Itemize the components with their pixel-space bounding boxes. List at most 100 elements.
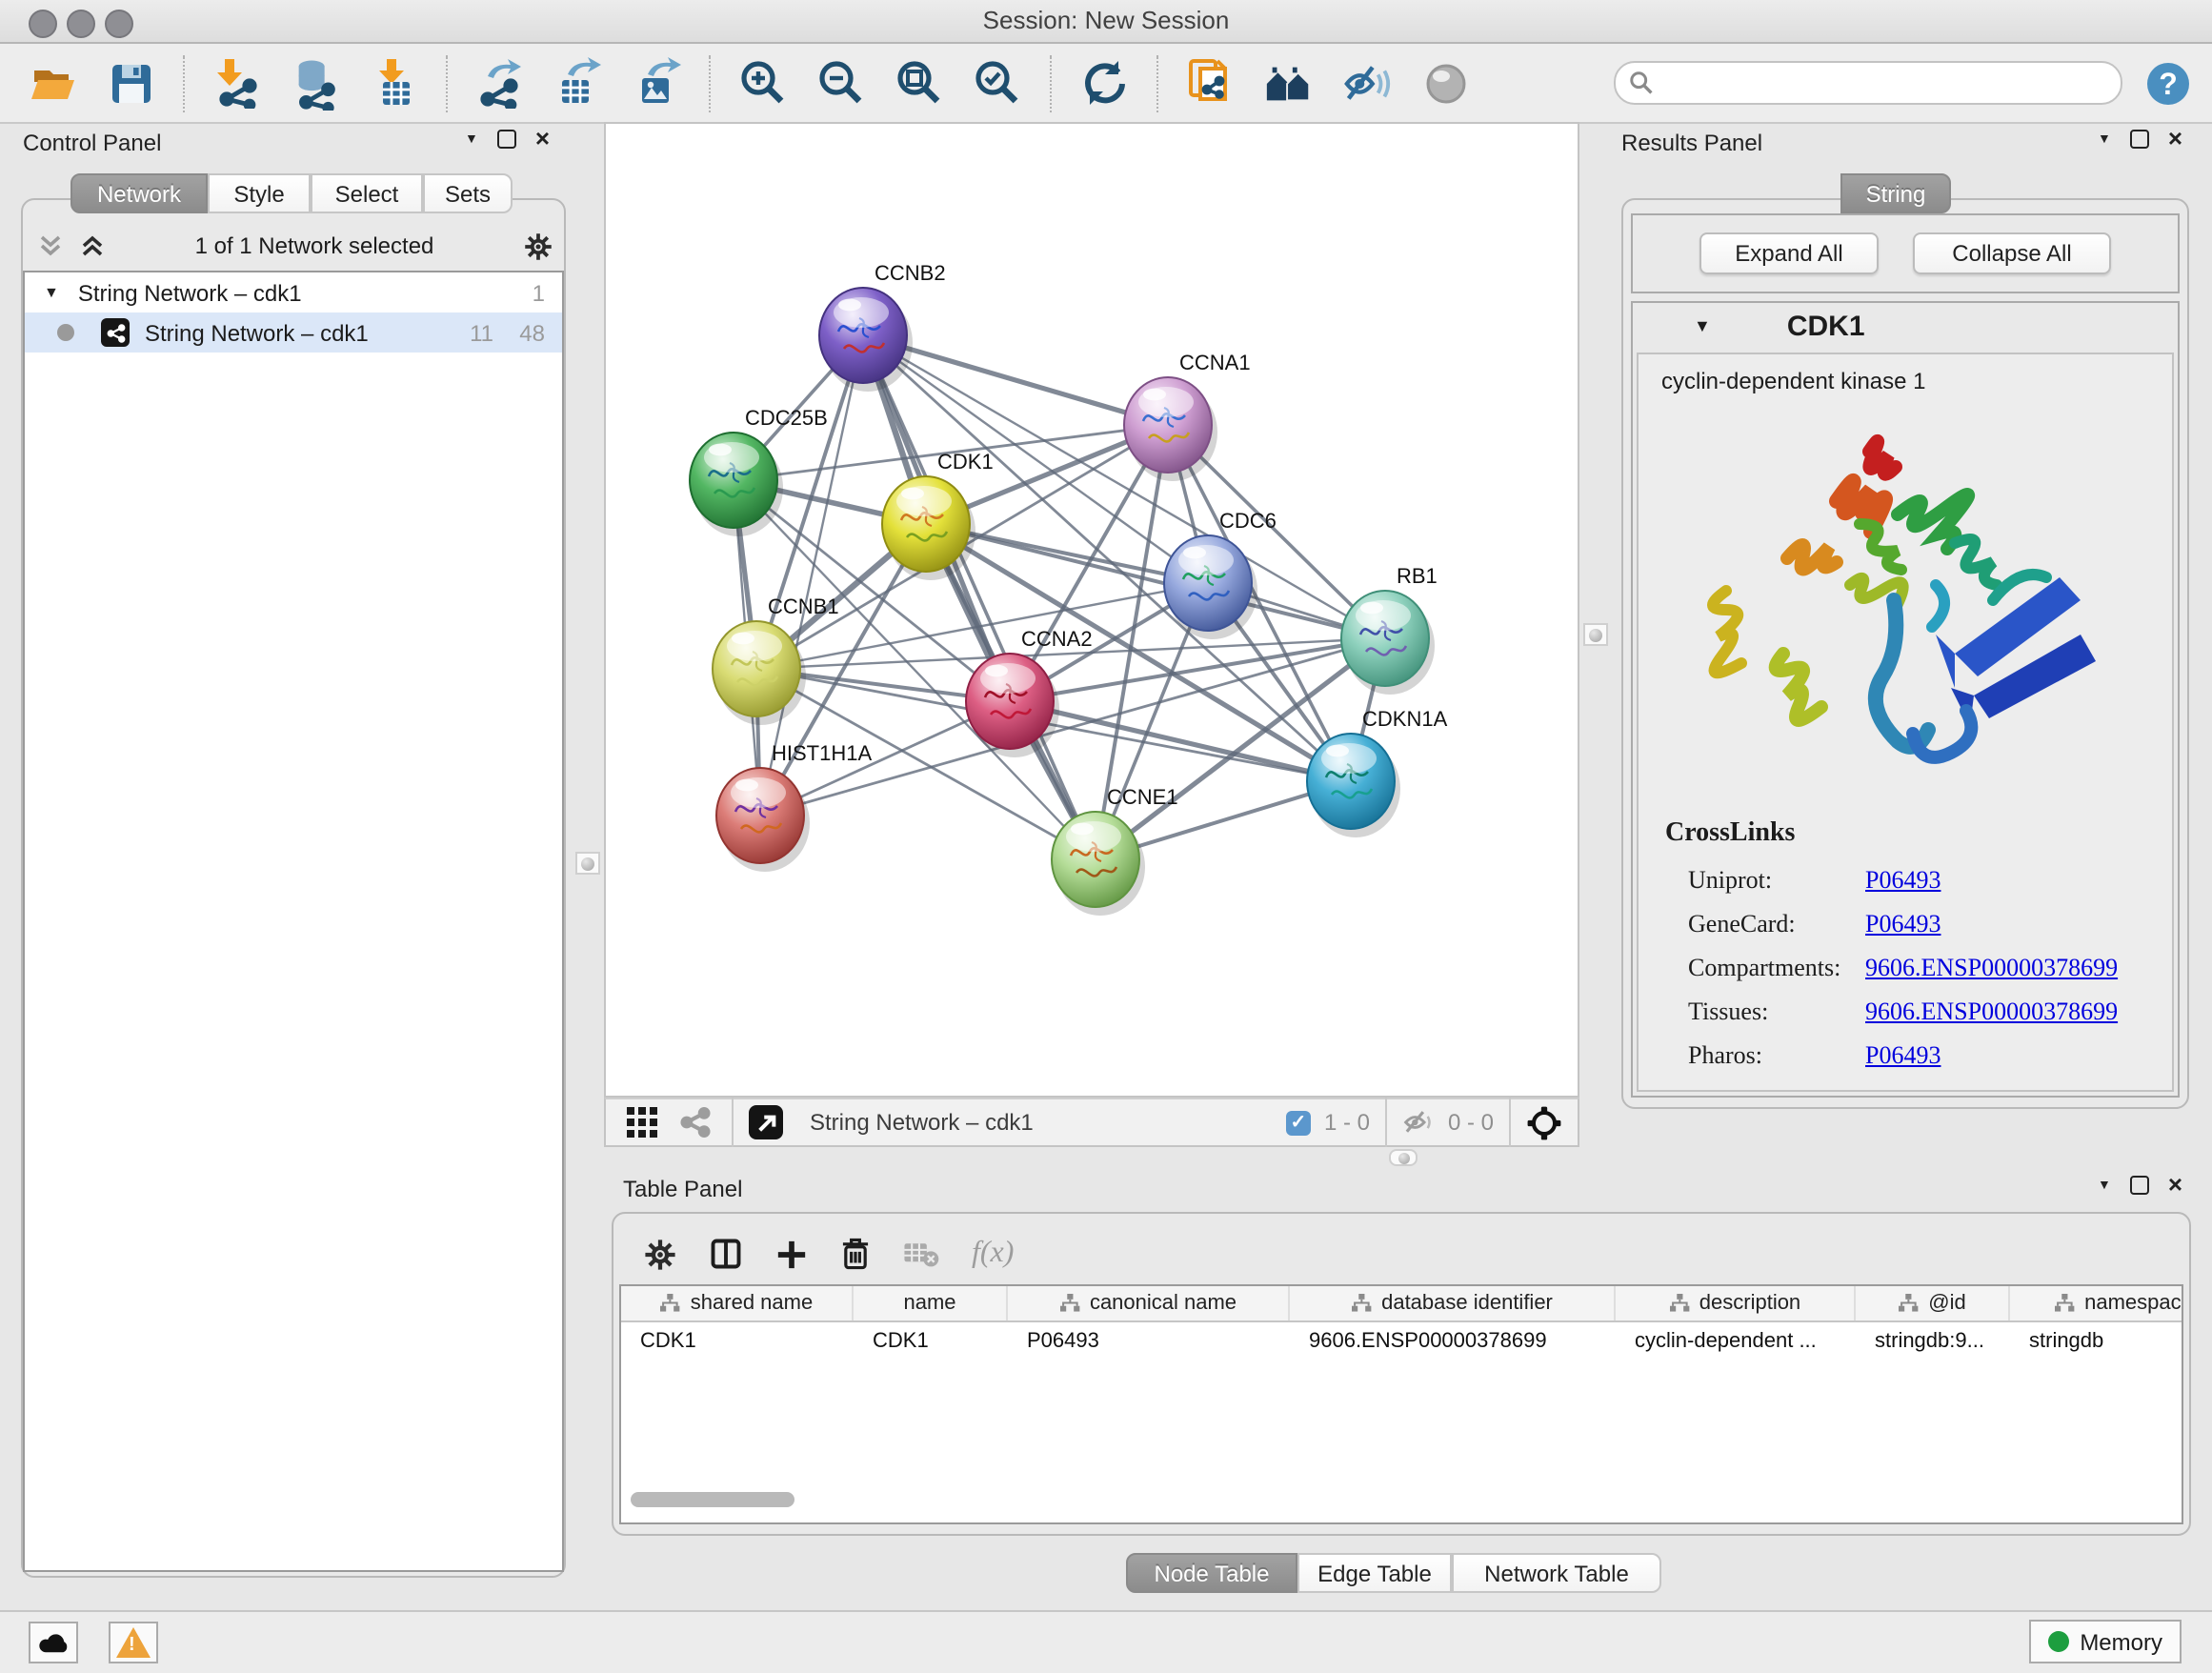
right-splitter-handle[interactable]	[1583, 623, 1608, 646]
table-panel-title: Table Panel	[623, 1176, 742, 1202]
column-header-description[interactable]: description	[1616, 1286, 1856, 1320]
horizontal-splitter-handle[interactable]	[1389, 1149, 1418, 1166]
tab-network-table[interactable]: Network Table	[1452, 1553, 1661, 1593]
birds-eye-view-icon[interactable]	[749, 1105, 783, 1139]
network-share-icon[interactable]	[674, 1101, 716, 1143]
gene-name: CDK1	[1787, 310, 1865, 342]
collection-disclosure-icon[interactable]: ▼	[44, 284, 59, 301]
collapse-all-button[interactable]: Collapse All	[1913, 232, 2111, 274]
network-node-rb1[interactable]: RB1	[1341, 564, 1438, 695]
import-network-from-file-icon[interactable]	[211, 57, 263, 109]
tab-network[interactable]: Network	[70, 173, 208, 213]
table-cell[interactable]: CDK1	[854, 1322, 1008, 1361]
table-cell[interactable]: stringdb	[2010, 1322, 2183, 1361]
tab-sets[interactable]: Sets	[423, 173, 513, 213]
tab-edge-table[interactable]: Edge Table	[1297, 1553, 1452, 1593]
memory-button[interactable]: Memory	[2028, 1620, 2182, 1663]
table-panel-maximize-icon[interactable]	[2130, 1176, 2149, 1195]
delete-column-icon[interactable]	[840, 1237, 871, 1271]
collapse-all-icon[interactable]	[38, 234, 63, 257]
help-icon[interactable]: ?	[2142, 57, 2193, 109]
results-panel-close-icon[interactable]: ×	[2168, 131, 2182, 147]
node-label-cdc25b: CDC25B	[745, 406, 828, 430]
expand-all-icon[interactable]	[80, 234, 105, 257]
zoom-fit-icon[interactable]	[894, 57, 945, 109]
results-panel-maximize-icon[interactable]	[2130, 130, 2149, 149]
network-options-gear-icon[interactable]	[524, 232, 553, 260]
open-session-icon[interactable]	[27, 57, 78, 109]
column-header-namespace[interactable]: namespace	[2010, 1286, 2183, 1320]
network-graph[interactable]: CCNB2CCNA1CDC25BCDK1CDC6RB1CCNB1CCNA2CDK…	[606, 124, 1578, 1096]
node-label-cdk1: CDK1	[937, 450, 994, 474]
show-graphics-details-icon[interactable]	[1419, 57, 1471, 109]
clone-network-icon[interactable]	[1185, 57, 1237, 109]
genecard-link[interactable]: P06493	[1865, 901, 1941, 945]
import-network-from-database-icon[interactable]	[290, 57, 341, 109]
uniprot-link[interactable]: P06493	[1865, 857, 1941, 901]
control-panel-float-icon[interactable]: ▼	[465, 132, 478, 146]
create-column-icon[interactable]	[775, 1238, 808, 1270]
table-cell[interactable]: stringdb:9...	[1856, 1322, 2010, 1361]
tab-select[interactable]: Select	[311, 173, 423, 213]
zoom-selected-icon[interactable]	[972, 57, 1023, 109]
tab-node-table[interactable]: Node Table	[1126, 1553, 1297, 1593]
compartments-link[interactable]: 9606.ENSP00000378699	[1865, 945, 2118, 989]
network-edge-count: 48	[519, 319, 545, 346]
apply-layout-icon[interactable]	[1078, 57, 1130, 109]
table-cell[interactable]: 9606.ENSP00000378699	[1290, 1322, 1616, 1361]
node-label-ccna1: CCNA1	[1179, 351, 1251, 374]
save-session-icon[interactable]	[105, 57, 156, 109]
show-columns-icon[interactable]	[709, 1237, 743, 1271]
network-canvas[interactable]: CCNB2CCNA1CDC25BCDK1CDC6RB1CCNB1CCNA2CDK…	[604, 122, 1579, 1098]
results-panel-float-icon[interactable]: ▼	[2098, 132, 2111, 146]
first-neighbors-icon[interactable]	[1263, 57, 1315, 109]
import-table-from-file-icon[interactable]	[368, 57, 419, 109]
column-header-database-identifier[interactable]: database identifier	[1290, 1286, 1616, 1320]
network-node-cdkn1a[interactable]: CDKN1A	[1307, 707, 1448, 837]
warning-status-button[interactable]: !	[109, 1622, 158, 1663]
search-input[interactable]	[1614, 61, 2122, 105]
pharos-link[interactable]: P06493	[1865, 1033, 1941, 1077]
column-header--id[interactable]: @id	[1856, 1286, 2010, 1320]
table-panel-close-icon[interactable]: ×	[2168, 1178, 2182, 1193]
gene-disclosure-icon[interactable]: ▼	[1694, 316, 1711, 335]
network-node-cdk1[interactable]: CDK1	[882, 450, 994, 580]
network-node-cdc6[interactable]: CDC6	[1164, 509, 1277, 639]
zoom-in-icon[interactable]	[737, 57, 789, 109]
tab-style[interactable]: Style	[208, 173, 311, 213]
tissues-link[interactable]: 9606.ENSP00000378699	[1865, 989, 2118, 1033]
column-header-shared-name[interactable]: shared name	[621, 1286, 854, 1320]
export-table-to-file-icon[interactable]	[553, 57, 604, 109]
network-row[interactable]: String Network – cdk1 11 48	[25, 312, 562, 353]
table-cell[interactable]: P06493	[1008, 1322, 1290, 1361]
export-network-to-file-icon[interactable]	[474, 57, 526, 109]
network-collection-row[interactable]: ▼ String Network – cdk1 1	[25, 272, 562, 312]
control-panel-close-icon[interactable]: ×	[535, 131, 550, 147]
zoom-out-icon[interactable]	[815, 57, 867, 109]
cloud-status-button[interactable]	[29, 1622, 78, 1663]
network-tree: ▼ String Network – cdk1 1 String Network…	[23, 271, 564, 1572]
table-cell[interactable]: cyclin-dependent ...	[1616, 1322, 1856, 1361]
selected-checkbox[interactable]: ✓	[1286, 1110, 1311, 1135]
table-cell[interactable]: CDK1	[621, 1322, 854, 1361]
table-row[interactable]: CDK1CDK1P064939606.ENSP00000378699cyclin…	[621, 1322, 2182, 1361]
hide-selection-icon[interactable]	[1341, 57, 1393, 109]
table-panel-float-icon[interactable]: ▼	[2098, 1179, 2111, 1192]
column-header-canonical-name[interactable]: canonical name	[1008, 1286, 1290, 1320]
gene-section-header[interactable]: ▼ CDK1	[1633, 303, 2178, 349]
tab-string[interactable]: String	[1840, 173, 1951, 213]
grid-view-icon[interactable]	[621, 1101, 663, 1143]
node-navigator-icon[interactable]	[1526, 1104, 1562, 1140]
table-options-gear-icon[interactable]	[644, 1238, 676, 1270]
network-node-ccna1[interactable]: CCNA1	[1124, 351, 1251, 481]
expand-all-button[interactable]: Expand All	[1699, 232, 1879, 274]
control-panel-tabs: Network Style Select Sets	[70, 173, 513, 213]
gene-details: cyclin-dependent kinase 1	[1637, 353, 2174, 1092]
export-image-icon[interactable]	[631, 57, 682, 109]
table-horizontal-scrollbar[interactable]	[631, 1492, 794, 1507]
hidden-eye-icon[interactable]	[1402, 1109, 1435, 1136]
control-panel-maximize-icon[interactable]	[497, 130, 516, 149]
left-splitter-handle[interactable]	[575, 852, 600, 875]
network-node-hist1h1a[interactable]: HIST1H1A	[716, 741, 872, 872]
column-header-name[interactable]: name	[854, 1286, 1008, 1320]
